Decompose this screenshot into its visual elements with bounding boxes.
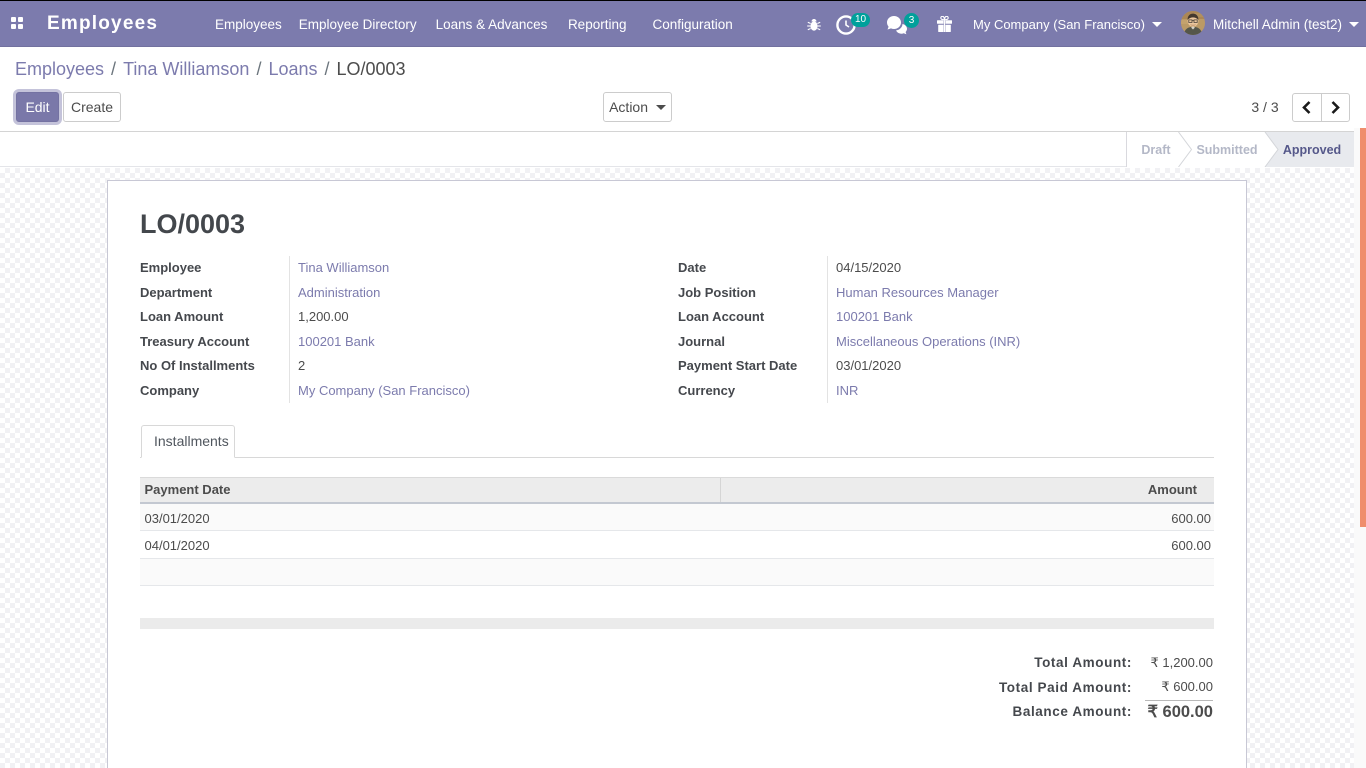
svg-text:Approved: Approved xyxy=(1283,143,1341,157)
svg-text:Submitted: Submitted xyxy=(1196,143,1257,157)
svg-text:Draft: Draft xyxy=(1141,143,1171,157)
